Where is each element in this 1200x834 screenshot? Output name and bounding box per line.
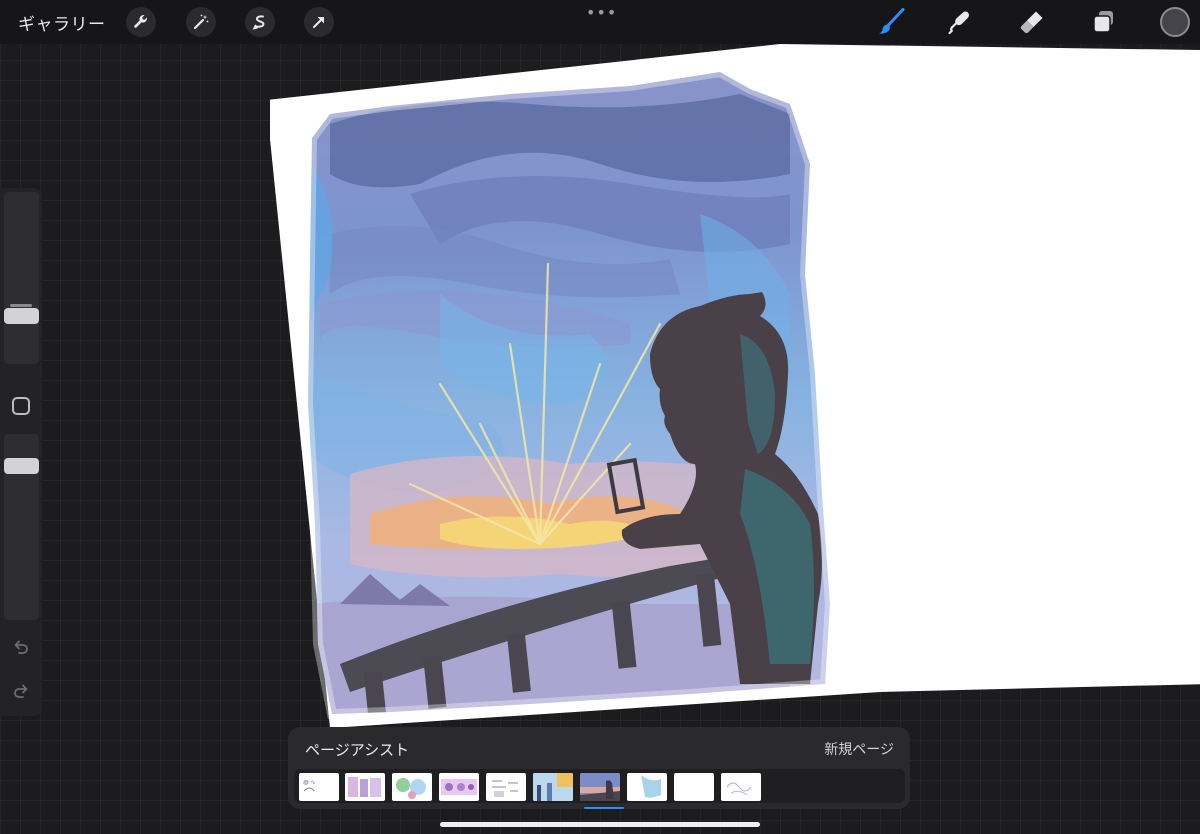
drawing-canvas[interactable]	[266, 44, 1200, 734]
page-thumbnail[interactable]	[439, 773, 479, 801]
selection-button[interactable]	[245, 7, 275, 37]
color-picker-button[interactable]	[1160, 7, 1190, 37]
adjustments-button[interactable]	[186, 7, 216, 37]
eraser-icon	[1020, 11, 1043, 34]
magic-wand-icon	[193, 14, 209, 30]
slider-marker	[10, 304, 32, 307]
page-thumbnail[interactable]	[627, 773, 667, 801]
page-thumbnail[interactable]	[721, 773, 761, 801]
wrench-icon	[134, 15, 147, 28]
eraser-tool-button[interactable]	[1016, 6, 1048, 38]
undo-icon	[14, 640, 28, 654]
transform-arrow-icon	[313, 17, 324, 28]
page-thumbnail[interactable]	[674, 773, 714, 801]
new-page-button[interactable]: 新規ページ	[824, 739, 894, 759]
left-sidebar	[0, 188, 42, 716]
page-assist-panel: ページアシスト 新規ページ ꩜ ∿	[288, 727, 910, 809]
page-thumbnail[interactable]	[345, 773, 385, 801]
transform-button[interactable]	[304, 7, 334, 37]
selection-icon	[252, 15, 265, 30]
painting	[308, 72, 830, 714]
brush-size-slider[interactable]	[4, 192, 39, 364]
undo-button[interactable]	[11, 636, 31, 656]
brush-size-thumb[interactable]	[4, 307, 39, 324]
procreate-app: ギャラリー ••• ページアシスト 新規ページ ꩜ ∿	[0, 0, 1200, 834]
modify-button[interactable]	[12, 397, 30, 415]
top-toolbar: ギャラリー •••	[0, 0, 1200, 44]
brush-tool-button[interactable]	[875, 6, 907, 38]
page-thumbnail[interactable]	[392, 773, 432, 801]
smudge-icon	[948, 11, 969, 35]
smudge-tool-button[interactable]	[945, 6, 977, 38]
page-thumbnail[interactable]: ꩜ ∿	[299, 773, 339, 801]
svg-text:꩜ ∿: ꩜ ∿	[303, 779, 316, 786]
page-thumbnail-active[interactable]	[580, 773, 620, 801]
gallery-button[interactable]: ギャラリー	[18, 10, 106, 35]
page-thumbnail[interactable]	[486, 773, 526, 801]
redo-icon	[14, 684, 28, 698]
actions-button[interactable]	[126, 7, 156, 37]
page-thumbnail[interactable]	[533, 773, 573, 801]
page-thumbnail-strip[interactable]: ꩜ ∿	[294, 769, 905, 809]
page-assist-title: ページアシスト	[305, 741, 410, 759]
home-indicator[interactable]	[440, 822, 760, 827]
active-page-indicator	[584, 807, 624, 809]
more-options-button[interactable]: •••	[586, 3, 616, 22]
brush-icon	[879, 8, 905, 34]
redo-button[interactable]	[11, 680, 31, 700]
canvas-artwork	[266, 44, 1200, 728]
opacity-thumb[interactable]	[4, 457, 39, 474]
layers-button[interactable]	[1088, 6, 1120, 38]
layers-icon	[1093, 11, 1113, 33]
